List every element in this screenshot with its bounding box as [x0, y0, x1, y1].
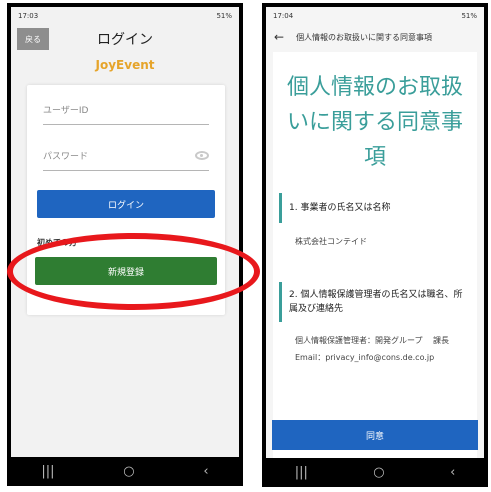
back-arrow-icon[interactable]: ←: [274, 30, 284, 44]
status-battery: 51%: [216, 11, 232, 20]
nav-bar: ||| ○ ‹: [262, 458, 488, 487]
consent-header: ← 個人情報のお取扱いに関する同意事項: [266, 24, 484, 50]
manager-line: 個人情報保護管理者：開発グループ 課長: [295, 336, 450, 345]
status-battery: 51%: [461, 11, 477, 20]
back-icon[interactable]: ‹: [450, 465, 455, 480]
status-time: 17:04: [273, 11, 294, 20]
recent-apps-icon[interactable]: |||: [41, 464, 54, 479]
userid-field[interactable]: ユーザーID: [43, 95, 209, 125]
page-title: ログイン: [97, 32, 153, 48]
status-time: 17:03: [18, 11, 39, 20]
section-body: 株式会社コンテイド: [295, 237, 367, 246]
phone-consent: 17:04 51% ← 個人情報のお取扱いに関する同意事項 個人情報のお取扱いに…: [262, 3, 488, 487]
back-icon[interactable]: ‹: [203, 464, 208, 479]
login-screen: 17:03 51% 戻る ログイン JoyEvent ユーザーID パスワード …: [11, 7, 239, 457]
password-placeholder: パスワード: [43, 152, 89, 162]
section-body: 個人情報保護管理者：開発グループ 課長 Email：privacy_info@c…: [295, 332, 477, 366]
recent-apps-icon[interactable]: |||: [295, 465, 308, 480]
login-header: 戻る ログイン: [11, 24, 239, 54]
userid-placeholder: ユーザーID: [43, 106, 89, 116]
password-field[interactable]: パスワード: [43, 141, 209, 171]
consent-card: 個人情報のお取扱いに関する同意事項 1. 事業者の氏名又は名称 株式会社コンテイ…: [273, 52, 477, 458]
status-bar: 17:03 51%: [11, 7, 239, 24]
consent-title: 個人情報のお取扱いに関する同意事項: [286, 75, 463, 170]
highlight-ellipse: [7, 233, 260, 310]
login-button[interactable]: ログイン: [37, 190, 215, 218]
status-bar: 17:04 51%: [266, 7, 484, 24]
section-heading: 1. 事業者の氏名又は名称: [289, 203, 391, 213]
back-button[interactable]: 戻る: [17, 28, 49, 50]
eye-icon[interactable]: [195, 151, 209, 160]
section-2: 2. 個人情報保護管理者の氏名又は職名、所属及び連絡先: [277, 282, 471, 322]
section-heading: 2. 個人情報保護管理者の氏名又は職名、所属及び連絡先: [289, 290, 463, 314]
home-icon[interactable]: ○: [123, 464, 134, 479]
consent-screen: 17:04 51% ← 個人情報のお取扱いに関する同意事項 個人情報のお取扱いに…: [266, 7, 484, 458]
agree-button[interactable]: 同意: [272, 420, 478, 450]
section-1: 1. 事業者の氏名又は名称: [277, 193, 471, 223]
home-icon[interactable]: ○: [373, 465, 384, 480]
nav-bar: ||| ○ ‹: [7, 457, 243, 486]
brand-logo: JoyEvent: [95, 58, 155, 72]
header-title: 個人情報のお取扱いに関する同意事項: [296, 32, 433, 42]
email-line: Email：privacy_info@cons.de.co.jp: [295, 353, 435, 362]
